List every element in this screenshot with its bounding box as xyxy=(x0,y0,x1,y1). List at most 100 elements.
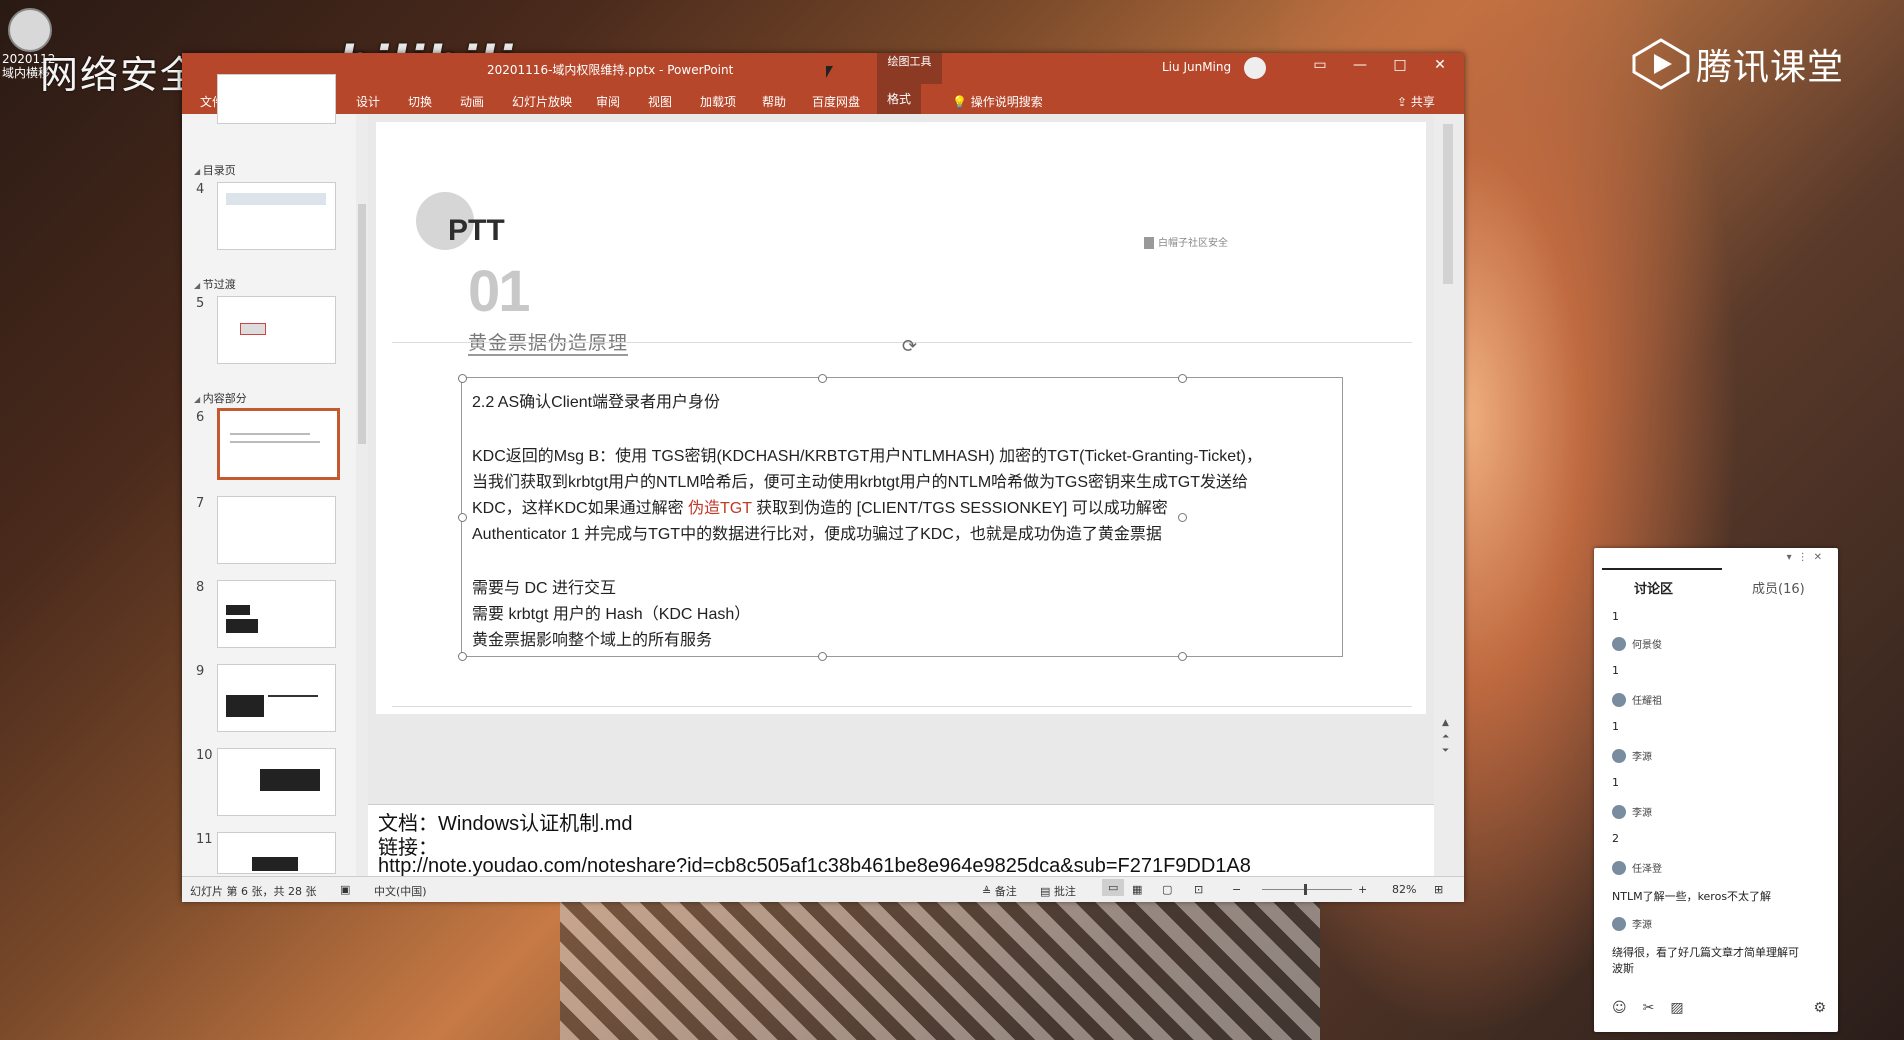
resize-handle[interactable] xyxy=(818,652,827,661)
tab-animations[interactable]: 动画 xyxy=(460,93,484,110)
highlight-text: 伪造TGT xyxy=(688,500,752,517)
slide-thumbnail-5[interactable] xyxy=(217,296,336,364)
text-fragment: KDC，这样KDC如果通过解密 xyxy=(472,500,689,517)
slide-thumbnail-6-selected[interactable] xyxy=(217,408,340,480)
tab-view[interactable]: 视图 xyxy=(648,93,672,110)
image-icon[interactable]: ▨ xyxy=(1670,1000,1683,1016)
chat-author: 任耀祖 xyxy=(1612,692,1662,707)
tab-design[interactable]: 设计 xyxy=(356,93,380,110)
normal-view-icon[interactable]: ▭ xyxy=(1102,879,1125,896)
avatar xyxy=(1612,860,1626,875)
reading-view-icon[interactable]: ▢ xyxy=(1162,883,1172,896)
maximize-icon[interactable]: □ xyxy=(1386,57,1414,73)
resize-handle[interactable] xyxy=(1178,513,1187,522)
section-number[interactable]: 01 xyxy=(468,258,530,325)
chat-author-name: 何景俊 xyxy=(1632,640,1662,651)
slide-thumbnail-3[interactable] xyxy=(217,74,336,124)
chat-message: 波斯 xyxy=(1612,962,1634,975)
text-line: Authenticator 1 并完成与TGT中的数据进行比对，便成功骗过了KD… xyxy=(472,526,1162,543)
resize-handle[interactable] xyxy=(458,513,467,522)
chat-message: 2 xyxy=(1612,832,1619,845)
user-name[interactable]: Liu JunMing xyxy=(1162,60,1231,74)
chat-author-name: 李源 xyxy=(1632,808,1652,819)
chat-message: NTLM了解一些，keros不太了解 xyxy=(1612,890,1772,903)
slide-number: 5 xyxy=(196,296,205,311)
scissors-icon[interactable]: ✂ xyxy=(1643,1000,1655,1016)
chat-message: 1 xyxy=(1612,720,1619,733)
chat-author-name: 任耀祖 xyxy=(1632,696,1662,707)
slide-thumbnail-pane[interactable]: 目录页 4 节过渡 5 内容部分 6 7 8 9 10 11 xyxy=(182,74,356,876)
share-button[interactable]: ⇪ 共享 xyxy=(1397,93,1435,110)
section-transition[interactable]: 节过渡 xyxy=(194,276,236,292)
slide-sorter-icon[interactable]: ▦ xyxy=(1132,883,1142,896)
drawing-tools-tab[interactable]: 绘图工具 xyxy=(877,53,942,84)
lightbulb-icon: 💡 xyxy=(952,95,971,109)
slide-scrollbar[interactable]: ▲ ⏶ ⏷ xyxy=(1434,114,1464,876)
notes-pane[interactable]: 文档：Windows认证机制.md 链接： http://note.youdao… xyxy=(368,804,1434,877)
slide-canvas: PTT 白帽子社区安全 01 黄金票据伪造原理 ⟳ 2.2 AS确认Client… xyxy=(368,114,1434,804)
resize-handle[interactable] xyxy=(458,374,467,383)
thumbnail-scrollbar-thumb[interactable] xyxy=(358,204,366,444)
zoom-in-icon[interactable]: + xyxy=(1358,883,1367,896)
zoom-slider[interactable] xyxy=(1262,884,1352,895)
tab-discussion[interactable]: 讨论区 xyxy=(1634,578,1673,597)
resize-handle[interactable] xyxy=(1178,374,1187,383)
slide-divider-bottom xyxy=(392,706,1412,707)
slide-thumbnail-8[interactable] xyxy=(217,580,336,648)
panel-window-controls-icon[interactable]: ▾⋮✕ xyxy=(1787,552,1828,563)
chat-message: 绕得很，看了好几篇文章才简单理解可 xyxy=(1612,946,1799,959)
tab-members[interactable]: 成员(16) xyxy=(1752,578,1805,597)
resize-handle[interactable] xyxy=(1178,652,1187,661)
slide-heading[interactable]: PTT xyxy=(448,214,505,248)
close-icon[interactable]: ✕ xyxy=(1426,57,1454,73)
slide-thumbnail-7[interactable] xyxy=(217,496,336,564)
text-line-with-highlight: KDC，这样KDC如果通过解密 伪造TGT 获取到伪造的 [CLIENT/TGS… xyxy=(472,494,1168,518)
chat-author: 任泽登 xyxy=(1612,860,1662,875)
user-avatar[interactable] xyxy=(1244,57,1266,79)
emoji-icon[interactable]: ☺ xyxy=(1612,1000,1627,1016)
language-indicator[interactable]: 中文(中国) xyxy=(374,883,427,899)
file-title: 20201116-域内权限维持.pptx - PowerPoint xyxy=(487,63,734,77)
slideshow-icon[interactable]: ⊡ xyxy=(1194,883,1203,896)
tab-review[interactable]: 审阅 xyxy=(596,93,620,110)
zoom-out-icon[interactable]: − xyxy=(1232,883,1241,896)
tab-baidu-netdisk[interactable]: 百度网盘 xyxy=(812,93,860,110)
slide-thumbnail-10[interactable] xyxy=(217,748,336,816)
spellcheck-icon[interactable]: ▣ xyxy=(340,883,350,896)
notes-link[interactable]: http://note.youdao.com/noteshare?id=cb8c… xyxy=(378,855,1251,878)
tab-format[interactable]: 格式 xyxy=(877,84,922,114)
selected-text-box[interactable]: ⟳ 2.2 AS确认Client端登录者用户身份 KDC返回的Msg B：使用 … xyxy=(458,336,1343,661)
notes-button[interactable]: ≜ 备注 xyxy=(982,883,1017,899)
resize-handle[interactable] xyxy=(818,374,827,383)
slide-number: 6 xyxy=(196,410,205,425)
thumbnail-scrollbar[interactable] xyxy=(356,114,368,876)
fit-slide-icon[interactable]: ⊞ xyxy=(1434,883,1443,896)
tell-me-search[interactable]: 💡 操作说明搜索 xyxy=(952,93,1043,110)
tab-help[interactable]: 帮助 xyxy=(762,93,786,110)
slide-thumbnail-9[interactable] xyxy=(217,664,336,732)
slide-number: 4 xyxy=(196,182,205,197)
slide-thumbnail-11[interactable] xyxy=(217,832,336,874)
tab-addins[interactable]: 加载项 xyxy=(700,93,736,110)
slide[interactable]: PTT 白帽子社区安全 01 黄金票据伪造原理 ⟳ 2.2 AS确认Client… xyxy=(376,122,1426,714)
section-content[interactable]: 内容部分 xyxy=(194,390,247,406)
next-slide-icon[interactable]: ⏷ xyxy=(1442,746,1449,756)
tab-slideshow[interactable]: 幻灯片放映 xyxy=(512,93,572,110)
comments-label: 批注 xyxy=(1053,885,1076,898)
zoom-level[interactable]: 82% xyxy=(1392,883,1416,896)
resize-handle[interactable] xyxy=(458,652,467,661)
slide-number: 10 xyxy=(196,748,213,763)
prev-slide-icon[interactable]: ⏶ xyxy=(1442,732,1449,742)
comments-button[interactable]: ▤ 批注 xyxy=(1040,883,1076,899)
scroll-up-icon[interactable]: ▲ xyxy=(1442,718,1449,728)
text-line: 黄金票据影响整个域上的所有服务 xyxy=(472,632,713,649)
slide-thumbnail-4[interactable] xyxy=(217,182,336,250)
ribbon-display-icon[interactable]: ▭ xyxy=(1306,57,1334,73)
tab-transitions[interactable]: 切换 xyxy=(408,93,432,110)
settings-icon[interactable]: ⚙ xyxy=(1813,1000,1826,1016)
slide-scrollbar-thumb[interactable] xyxy=(1443,124,1453,284)
rotate-handle-icon[interactable]: ⟳ xyxy=(902,336,917,357)
section-toc[interactable]: 目录页 xyxy=(194,162,236,178)
minimize-icon[interactable]: — xyxy=(1346,57,1374,73)
editor-body: 目录页 4 节过渡 5 内容部分 6 7 8 9 10 11 PTT 白 xyxy=(182,74,1464,877)
